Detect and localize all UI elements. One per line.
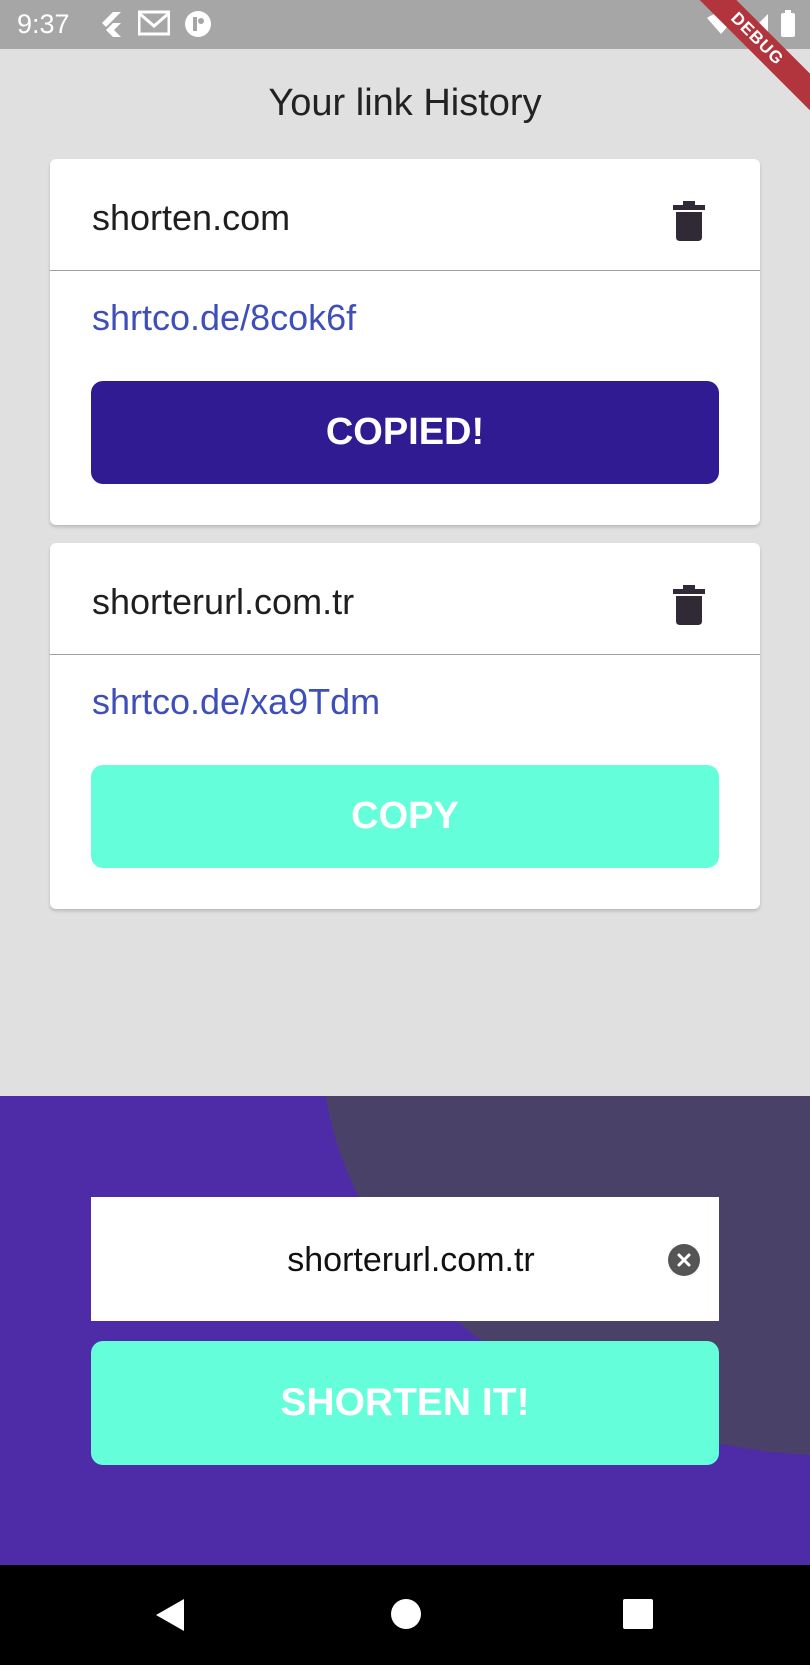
history-card: shorterurl.com.tr shrtco.de/xa9Tdm COPY: [50, 543, 760, 909]
recents-button[interactable]: [622, 1598, 654, 1635]
card-header: shorten.com: [50, 159, 760, 271]
status-bar: 9:37: [0, 0, 810, 49]
short-url-link[interactable]: shrtco.de/8cok6f: [92, 297, 356, 339]
flutter-icon: [102, 12, 121, 37]
delete-button[interactable]: [673, 585, 705, 625]
home-icon: [391, 1599, 421, 1629]
status-time: 9:37: [17, 9, 70, 39]
shorten-panel: SHORTEN IT!: [0, 1096, 810, 1565]
original-url: shorterurl.com.tr: [92, 581, 355, 622]
copy-button[interactable]: COPY: [91, 765, 719, 868]
trash-icon: [673, 201, 705, 241]
delete-button[interactable]: [673, 201, 705, 241]
close-icon: [677, 1253, 691, 1267]
shorten-button[interactable]: SHORTEN IT!: [91, 1341, 719, 1465]
gmail-icon: [138, 10, 170, 36]
recents-icon: [623, 1599, 653, 1629]
trash-icon: [673, 585, 705, 625]
back-button[interactable]: [154, 1598, 186, 1637]
url-input-container: [91, 1197, 719, 1323]
history-card: shorten.com shrtco.de/8cok6f COPIED!: [50, 159, 760, 525]
original-url: shorten.com: [92, 197, 291, 238]
page-title: Your link History: [268, 82, 542, 124]
battery-icon: [781, 10, 795, 37]
app-icon: [185, 11, 211, 37]
clear-input-button[interactable]: [668, 1244, 700, 1276]
card-header: shorterurl.com.tr: [50, 543, 760, 655]
home-button[interactable]: [390, 1598, 422, 1635]
back-icon: [156, 1599, 184, 1631]
copied-button[interactable]: COPIED!: [91, 381, 719, 484]
navigation-bar: [0, 1565, 810, 1665]
short-url-link[interactable]: shrtco.de/xa9Tdm: [92, 681, 380, 723]
notification-icons: [98, 10, 212, 38]
url-input[interactable]: [91, 1197, 693, 1323]
